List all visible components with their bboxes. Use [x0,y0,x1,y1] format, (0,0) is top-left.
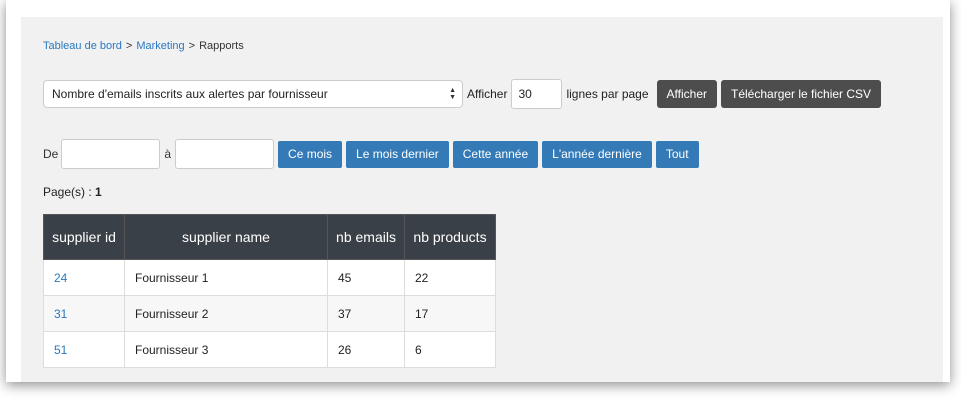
table-row: 24 Fournisseur 1 45 22 [43,259,496,296]
date-to-input[interactable] [175,139,275,169]
cell-nb-products: 22 [404,259,496,296]
date-from-label: De [43,147,59,161]
rows-per-page-input[interactable] [511,79,563,109]
page-link[interactable]: 1 [95,185,102,199]
download-csv-button[interactable]: Télécharger le fichier CSV [721,80,882,108]
report-panel: Tableau de bord > Marketing > Rapports Nombr… [21,17,943,382]
breadcrumb-current: Rapports [199,40,244,52]
breadcrumb: Tableau de bord > Marketing > Rapports [43,40,244,52]
header-supplier-name[interactable]: supplier name [124,214,328,260]
supplier-id-link[interactable]: 31 [54,307,67,321]
cell-nb-emails: 26 [327,331,405,368]
supplier-id-link[interactable]: 24 [54,271,67,285]
table-row: 51 Fournisseur 3 26 6 [43,331,496,368]
cell-supplier-id: 51 [43,331,125,368]
report-controls: Nombre d'emails inscrits aux alertes par… [43,79,882,109]
last-month-button[interactable]: Le mois dernier [346,140,449,168]
pagination-label: Page(s) : [43,185,92,199]
date-to-label: à [164,147,172,161]
cell-nb-products: 17 [404,295,496,332]
show-label: Afficher [467,87,508,101]
supplier-id-link[interactable]: 51 [54,343,67,357]
this-month-button[interactable]: Ce mois [278,140,343,168]
cell-nb-emails: 37 [327,295,405,332]
report-select[interactable]: Nombre d'emails inscrits aux alertes par… [43,80,463,108]
rows-per-page-label: lignes par page [566,87,649,101]
cell-supplier-id: 24 [43,259,125,296]
date-filter: De à Ce mois Le mois dernier Cette année… [43,139,699,169]
header-supplier-id[interactable]: supplier id [43,214,125,260]
date-from-input[interactable] [61,139,161,169]
screenshot-frame: Tableau de bord > Marketing > Rapports Nombr… [6,0,950,382]
cell-supplier-id: 31 [43,295,125,332]
cell-supplier-name: Fournisseur 3 [124,331,328,368]
breadcrumb-dashboard[interactable]: Tableau de bord [43,40,122,52]
breadcrumb-separator: > [125,40,133,52]
breadcrumb-separator: > [188,40,196,52]
cell-supplier-name: Fournisseur 2 [124,295,328,332]
cell-nb-emails: 45 [327,259,405,296]
header-nb-emails[interactable]: nb emails [327,214,405,260]
show-button[interactable]: Afficher [656,80,717,108]
select-arrows-icon: ▲ ▼ [449,87,456,101]
report-table: supplier id supplier name nb emails nb p… [43,214,496,368]
report-select-value: Nombre d'emails inscrits aux alertes par… [52,87,328,101]
cell-nb-products: 6 [404,331,496,368]
last-year-button[interactable]: L'année dernière [542,140,652,168]
table-row: 31 Fournisseur 2 37 17 [43,295,496,332]
this-year-button[interactable]: Cette année [452,140,539,168]
cell-supplier-name: Fournisseur 1 [124,259,328,296]
all-button[interactable]: Tout [655,140,699,168]
header-nb-products[interactable]: nb products [404,214,496,260]
table-header-row: supplier id supplier name nb emails nb p… [43,214,496,260]
pagination: Page(s) : 1 [43,185,102,199]
breadcrumb-marketing[interactable]: Marketing [136,40,184,52]
